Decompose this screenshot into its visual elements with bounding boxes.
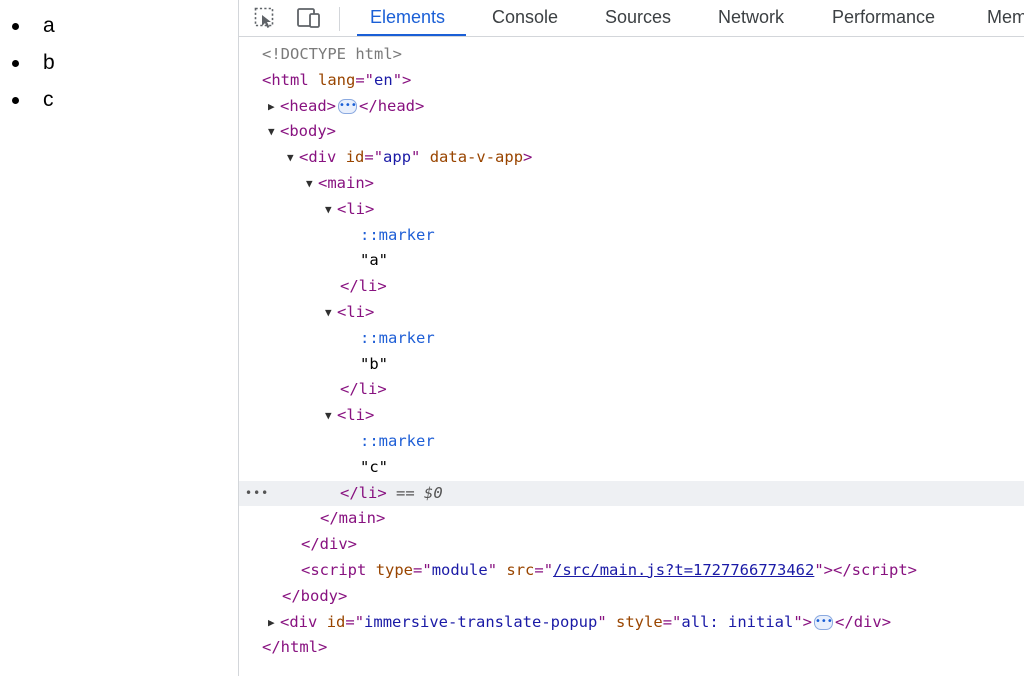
dom-node-text[interactable]: "a" bbox=[239, 248, 1024, 274]
ellipsis-icon[interactable]: ••• bbox=[814, 614, 834, 630]
dom-node-marker[interactable]: ::marker bbox=[239, 326, 1024, 352]
collapse-triangle-icon[interactable]: ▼ bbox=[325, 300, 337, 326]
tab-performance[interactable]: Performance bbox=[832, 0, 935, 36]
tab-elements[interactable]: Elements bbox=[356, 0, 467, 36]
dom-node-text[interactable]: "c" bbox=[239, 455, 1024, 481]
dom-node-script[interactable]: <script type="module" src="/src/main.js?… bbox=[239, 558, 1024, 584]
dom-node-div-app[interactable]: ▼ <div id="app" data-v-app> bbox=[239, 145, 1024, 171]
dom-node-li[interactable]: ▼ <li> bbox=[239, 300, 1024, 326]
tab-sources[interactable]: Sources bbox=[605, 0, 671, 36]
list-item: b bbox=[8, 49, 55, 86]
toolbar-divider bbox=[339, 7, 340, 31]
dom-node-marker[interactable]: ::marker bbox=[239, 223, 1024, 249]
dom-node-text[interactable]: "b" bbox=[239, 352, 1024, 378]
dom-node-div-close[interactable]: </div> bbox=[239, 532, 1024, 558]
page-viewport: a b c bbox=[0, 0, 238, 676]
collapse-triangle-icon[interactable]: ▼ bbox=[306, 171, 318, 197]
dom-node-li[interactable]: ▼ <li> bbox=[239, 197, 1024, 223]
dom-node-html[interactable]: <html lang="en"> bbox=[239, 68, 1024, 94]
bullet-icon bbox=[12, 97, 19, 104]
tab-console[interactable]: Console bbox=[492, 0, 558, 36]
list-item: a bbox=[8, 12, 55, 49]
expand-triangle-icon[interactable]: ▶ bbox=[268, 610, 280, 636]
dom-node-main[interactable]: ▼ <main> bbox=[239, 171, 1024, 197]
inspect-element-icon[interactable] bbox=[251, 4, 279, 32]
dom-node-div-popup[interactable]: ▶ <div id="immersive-translate-popup" sty… bbox=[239, 610, 1024, 636]
dom-tree: <!DOCTYPE html> <html lang="en"> ▶ <head>… bbox=[239, 42, 1024, 661]
dom-node-marker[interactable]: ::marker bbox=[239, 429, 1024, 455]
dom-node-li-close-selected[interactable]: ••• </li> == $0 bbox=[239, 480, 1024, 507]
dom-node-body-close[interactable]: </body> bbox=[239, 584, 1024, 610]
dom-node-li-close[interactable]: </li> bbox=[239, 377, 1024, 403]
list-item: c bbox=[8, 86, 55, 123]
ellipsis-icon[interactable]: ••• bbox=[338, 98, 358, 114]
device-toolbar-icon[interactable] bbox=[295, 4, 323, 32]
collapse-triangle-icon[interactable]: ▼ bbox=[287, 145, 299, 171]
dom-node-doctype[interactable]: <!DOCTYPE html> bbox=[239, 42, 1024, 68]
devtools-panel: Elements Console Sources Network Perform… bbox=[238, 0, 1024, 676]
bullet-icon bbox=[12, 23, 19, 30]
more-options-icon[interactable]: ••• bbox=[245, 481, 269, 507]
dom-node-head[interactable]: ▶ <head> ••• </head> bbox=[239, 94, 1024, 120]
tab-memory[interactable]: Mem bbox=[987, 0, 1024, 36]
script-src-link[interactable]: /src/main.js?t=1727766773462 bbox=[553, 561, 814, 579]
dom-node-html-close[interactable]: </html> bbox=[239, 635, 1024, 661]
tab-network[interactable]: Network bbox=[718, 0, 784, 36]
dom-node-body[interactable]: ▼ <body> bbox=[239, 119, 1024, 145]
dom-node-li[interactable]: ▼ <li> bbox=[239, 403, 1024, 429]
dom-node-main-close[interactable]: </main> bbox=[239, 506, 1024, 532]
devtools-toolbar: Elements Console Sources Network Perform… bbox=[239, 0, 1024, 37]
expand-triangle-icon[interactable]: ▶ bbox=[268, 94, 280, 120]
collapse-triangle-icon[interactable]: ▼ bbox=[268, 119, 280, 145]
rendered-list: a b c bbox=[8, 12, 55, 123]
collapse-triangle-icon[interactable]: ▼ bbox=[325, 197, 337, 223]
dom-node-li-close[interactable]: </li> bbox=[239, 274, 1024, 300]
collapse-triangle-icon[interactable]: ▼ bbox=[325, 403, 337, 429]
bullet-icon bbox=[12, 60, 19, 67]
